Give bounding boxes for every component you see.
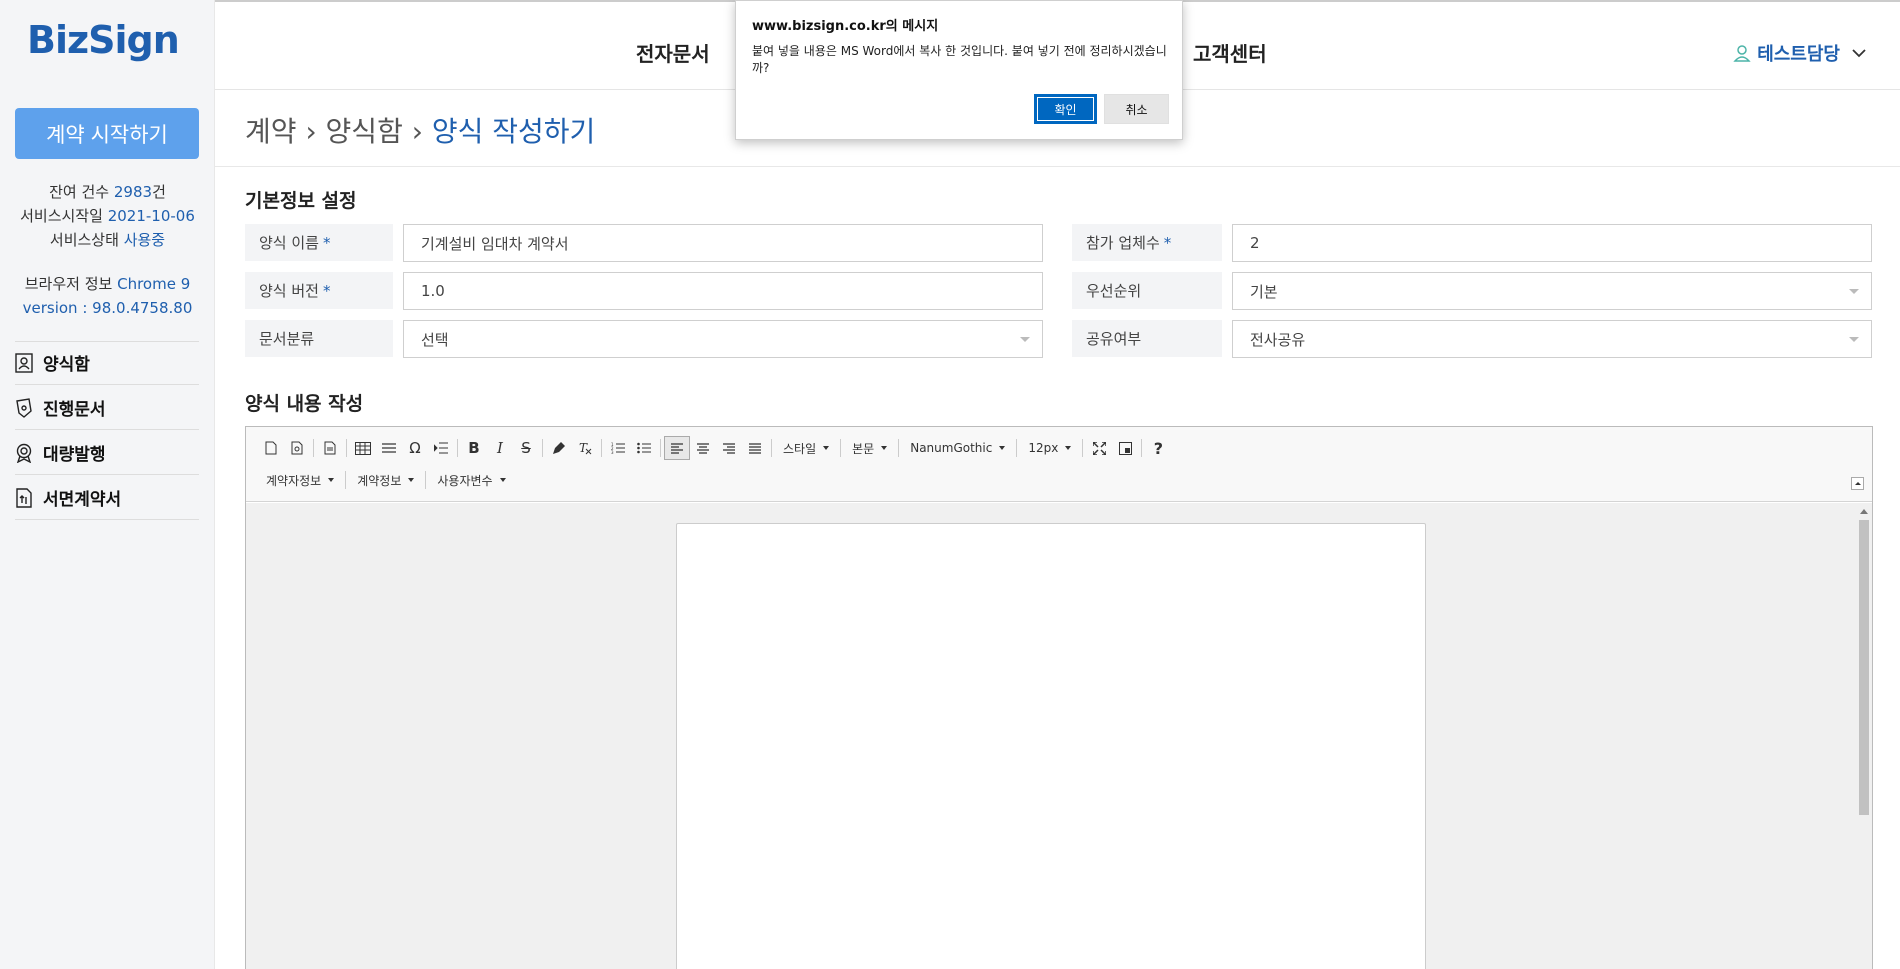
user-variable-dropdown[interactable]: 사용자변수 [429, 472, 513, 489]
sidebar-item-templates[interactable]: 양식함 [15, 341, 199, 385]
share-label: 공유여부 [1072, 320, 1222, 357]
basic-info-title: 기본정보 설정 [245, 190, 357, 212]
service-status: 서비스상태 사용중 [49, 231, 166, 249]
style-dropdown[interactable]: 스타일 [775, 440, 837, 457]
editor-page[interactable] [676, 523, 1426, 969]
sidebar-item-paper-contract[interactable]: 서면계약서 [15, 476, 199, 520]
scroll-up-icon[interactable] [1860, 509, 1868, 514]
toolbar-row-1: Ω B I S T 123 스타일 본문 NanumGothic 12px ? [258, 435, 1171, 461]
menu-e-documents[interactable]: 전자문서 [636, 38, 710, 67]
format-painter-icon[interactable] [546, 436, 572, 460]
dropdown-arrow-icon [1849, 289, 1859, 294]
form-version-input[interactable]: 1.0 [403, 272, 1043, 310]
breadcrumb: 계약 › 양식함 › 양식 작성하기 [245, 115, 596, 148]
start-contract-button[interactable]: 계약 시작하기 [15, 108, 199, 159]
remove-format-icon[interactable]: T [572, 436, 598, 460]
template-icon[interactable] [317, 436, 343, 460]
pen-document-icon [16, 397, 32, 418]
numbered-list-icon[interactable]: 123 [605, 436, 631, 460]
collapse-toolbar-icon[interactable] [1851, 477, 1864, 490]
priority-label: 우선순위 [1072, 272, 1222, 309]
user-name: 테스트담당 [1757, 44, 1840, 65]
strikethrough-icon[interactable]: S [513, 436, 539, 460]
italic-icon[interactable]: I [487, 436, 513, 460]
award-badge-icon [16, 443, 32, 463]
breadcrumb-divider [215, 166, 1900, 167]
align-justify-icon[interactable] [742, 436, 768, 460]
user-card-icon [15, 352, 33, 373]
svg-text:3: 3 [611, 450, 614, 454]
form-version-label: 양식 버전 * [245, 272, 393, 309]
horizontal-line-icon[interactable] [376, 436, 402, 460]
editor-toolbar: Ω B I S T 123 스타일 본문 NanumGothic 12px ? … [246, 427, 1872, 502]
rich-text-editor: Ω B I S T 123 스타일 본문 NanumGothic 12px ? … [245, 426, 1873, 969]
upload-document-icon [16, 487, 32, 508]
maximize-icon[interactable] [1086, 436, 1112, 460]
bold-icon[interactable]: B [461, 436, 487, 460]
participants-label: 참가 업체수 * [1072, 224, 1222, 261]
menu-customer-center[interactable]: 고객센터 [1193, 38, 1267, 67]
align-center-icon[interactable] [690, 436, 716, 460]
table-icon[interactable] [350, 436, 376, 460]
cancel-button[interactable]: 취소 [1104, 94, 1169, 124]
show-blocks-icon[interactable] [1112, 436, 1138, 460]
align-left-icon[interactable] [664, 436, 690, 460]
help-icon[interactable]: ? [1145, 436, 1171, 460]
scroll-thumb[interactable] [1859, 520, 1869, 815]
paste-confirm-dialog: www.bizsign.co.kr의 메시지 붙여 넣을 내용은 MS Word… [735, 0, 1183, 140]
priority-select[interactable]: 기본 [1232, 272, 1872, 310]
dialog-title: www.bizsign.co.kr의 메시지 [752, 19, 939, 34]
service-start-date: 서비스시작일 2021-10-06 [20, 207, 195, 225]
sidebar-item-bulk-issue[interactable]: 대량발행 [15, 431, 199, 475]
font-dropdown[interactable]: NanumGothic [902, 441, 1013, 455]
user-menu[interactable]: 테스트담당 [1733, 40, 1872, 66]
sidebar: BizSign 계약 시작하기 잔여 건수 2983건 서비스시작일 2021-… [0, 0, 215, 969]
share-select[interactable]: 전사공유 [1232, 320, 1872, 358]
page-title: 양식 작성하기 [431, 115, 596, 148]
content-title: 양식 내용 작성 [245, 393, 364, 415]
ok-button[interactable]: 확인 [1034, 94, 1097, 124]
contractor-info-dropdown[interactable]: 계약자정보 [258, 472, 342, 489]
user-icon [1733, 45, 1751, 62]
editor-scrollbar[interactable] [1856, 503, 1872, 969]
preview-icon[interactable] [284, 436, 310, 460]
editor-area [246, 503, 1872, 969]
align-right-icon[interactable] [716, 436, 742, 460]
bullet-list-icon[interactable] [631, 436, 657, 460]
sidebar-item-in-progress[interactable]: 진행문서 [15, 386, 199, 430]
remaining-count: 잔여 건수 2983건 [49, 183, 166, 201]
category-select[interactable]: 선택 [403, 320, 1043, 358]
font-size-dropdown[interactable]: 12px [1020, 441, 1079, 455]
new-page-icon[interactable] [258, 436, 284, 460]
contract-info-dropdown[interactable]: 계약정보 [349, 472, 422, 489]
dialog-message: 붙여 넣을 내용은 MS Word에서 복사 한 것입니다. 붙여 넣기 전에 … [752, 44, 1167, 75]
browser-version: version : 98.0.4758.80 [22, 299, 193, 317]
form-name-input[interactable]: 기계설비 임대차 계약서 [403, 224, 1043, 262]
indent-icon[interactable] [428, 436, 454, 460]
category-label: 문서분류 [245, 320, 393, 357]
format-dropdown[interactable]: 본문 [844, 440, 895, 457]
chevron-down-icon [1852, 48, 1866, 57]
form-name-label: 양식 이름 * [245, 224, 393, 261]
browser-info: 브라우저 정보 Chrome 9 [24, 275, 191, 293]
dropdown-arrow-icon [1849, 337, 1859, 342]
bizsign-logo[interactable]: BizSign [27, 18, 180, 62]
participants-input[interactable]: 2 [1232, 224, 1872, 262]
special-char-icon[interactable]: Ω [402, 436, 428, 460]
toolbar-row-2: 계약자정보 계약정보 사용자변수 [258, 467, 514, 493]
dropdown-arrow-icon [1020, 337, 1030, 342]
